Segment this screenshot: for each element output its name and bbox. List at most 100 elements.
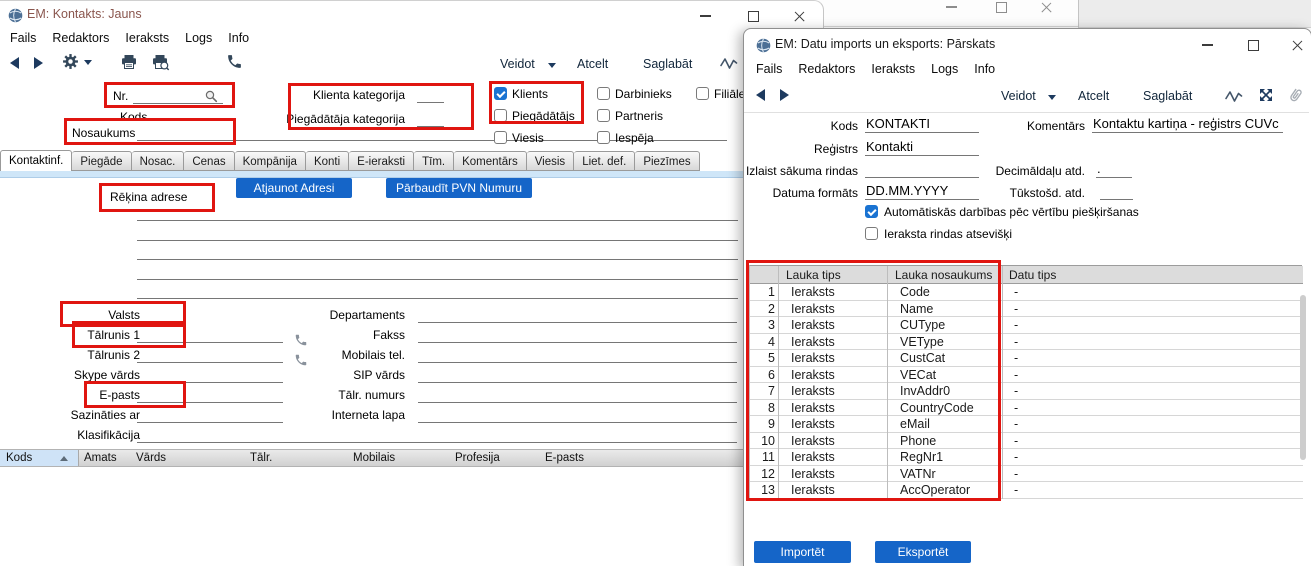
tab-nosac[interactable]: Nosac. [132, 151, 185, 171]
phone-icon[interactable] [226, 53, 243, 70]
activity-icon[interactable] [1225, 89, 1243, 104]
datuma-formats-input[interactable]: DD.MM.YYYY [865, 182, 979, 200]
contact-table-body[interactable] [0, 468, 743, 566]
menu-item-redaktors[interactable]: Redaktors [44, 29, 117, 47]
contact-col-vards[interactable]: Vārds [136, 452, 166, 464]
contact-col-profesija[interactable]: Profesija [455, 452, 500, 464]
tab-kontaktinf[interactable]: Kontaktinf. [0, 150, 72, 171]
forward-icon[interactable] [34, 57, 43, 69]
menu-item-ieraksts[interactable]: Ieraksts [863, 60, 923, 78]
checkbox-darbinieks[interactable] [597, 87, 610, 100]
checkbox-klients[interactable] [494, 87, 507, 100]
contact-col-kods[interactable]: Kods [6, 452, 32, 464]
menu-item-ieraksts[interactable]: Ieraksts [117, 29, 177, 47]
tab-viesis[interactable]: Viesis [527, 151, 574, 171]
tab-cenas[interactable]: Cenas [184, 151, 234, 171]
contact-col-e-pasts[interactable]: E-pasts [545, 452, 584, 464]
gear-icon[interactable] [62, 53, 79, 70]
forward-icon[interactable] [780, 89, 789, 101]
sip-vards-input[interactable] [418, 366, 737, 383]
mobilais-tel-input[interactable] [418, 346, 737, 363]
address-line-input-4[interactable] [137, 266, 738, 280]
tab-konti[interactable]: Konti [306, 151, 349, 171]
table-row[interactable]: 3IerakstsCUType- [750, 317, 1303, 334]
tab-liet-def[interactable]: Liet. def. [574, 151, 635, 171]
maximize-icon[interactable] [738, 5, 768, 27]
maximize-icon[interactable] [1238, 34, 1268, 56]
address-line-input-3[interactable] [137, 246, 738, 260]
table-row[interactable]: 11IerakstsRegNr1- [750, 449, 1303, 466]
close-icon[interactable] [1031, 0, 1061, 18]
menu-item-redaktors[interactable]: Redaktors [790, 60, 863, 78]
importet-button[interactable]: Importēt [754, 541, 851, 563]
checkbox-piegadatajs[interactable] [494, 109, 507, 122]
menu-item-info[interactable]: Info [966, 60, 1003, 78]
table-row[interactable]: 9IerakstseMail- [750, 416, 1303, 433]
klienta-kategorija-input[interactable] [417, 86, 444, 103]
checkbox-automatiskas-darbibas[interactable] [865, 205, 878, 218]
registrs-input[interactable]: Kontakti [865, 138, 979, 156]
activity-icon[interactable] [720, 56, 738, 71]
close-icon[interactable] [784, 5, 814, 27]
tab-piegade[interactable]: Piegāde [72, 151, 131, 171]
checkbox-ieraksta-rindas[interactable] [865, 227, 878, 240]
table-row[interactable]: 8IerakstsCountryCode- [750, 400, 1303, 417]
address-line-input-2[interactable] [137, 227, 738, 241]
checkbox-viesis[interactable] [494, 131, 507, 144]
minimize-icon[interactable] [936, 0, 966, 18]
veidot-button[interactable]: Veidot [1001, 89, 1036, 103]
piegadataja-kategorija-input[interactable] [417, 110, 444, 127]
paperclip-icon[interactable] [1287, 86, 1304, 103]
tab-kompanija[interactable]: Kompānija [235, 151, 306, 171]
address-line-input-1[interactable] [137, 207, 738, 221]
table-row[interactable]: 6IerakstsVECat- [750, 367, 1303, 384]
veidot-caret-icon[interactable] [548, 63, 556, 68]
talr-numurs-input[interactable] [418, 386, 737, 403]
eksportet-button[interactable]: Eksportēt [875, 541, 971, 563]
maximize-icon[interactable] [986, 0, 1016, 18]
saglabat-button[interactable]: Saglabāt [643, 57, 692, 71]
atcelt-button[interactable]: Atcelt [1078, 89, 1109, 103]
tab-e-ieraksti[interactable]: E-ieraksti [349, 151, 414, 171]
atjaunot-adresi-button[interactable]: Atjaunot Adresi [236, 178, 352, 198]
print-icon[interactable] [120, 54, 138, 70]
menu-item-info[interactable]: Info [220, 29, 257, 47]
minimize-icon[interactable] [1192, 34, 1222, 56]
table-row[interactable]: 1IerakstsCode- [750, 284, 1303, 301]
gear-dropdown-icon[interactable] [84, 60, 92, 65]
klasifikacija-input[interactable] [137, 426, 737, 443]
tukstosd-input[interactable] [1100, 182, 1133, 200]
address-line-input-5[interactable] [137, 285, 738, 299]
table-row[interactable]: 10IerakstsPhone- [750, 433, 1303, 450]
interneta-lapa-input[interactable] [418, 406, 737, 423]
izlaist-input[interactable] [865, 160, 979, 178]
menu-item-fails[interactable]: Fails [2, 29, 44, 47]
contact-table-header[interactable]: Kods Amats Vārds Tālr. Mobilais Profesija E-pa… [0, 449, 743, 467]
table-row[interactable]: 4IerakstsVEType- [750, 334, 1303, 351]
veidot-button[interactable]: Veidot [500, 57, 535, 71]
tab-tim[interactable]: Tīm. [414, 151, 454, 171]
kods-input[interactable]: KONTAKTI [865, 115, 979, 133]
contact-col-talr[interactable]: Tālr. [250, 452, 272, 464]
checkbox-iespeja[interactable] [597, 131, 610, 144]
atcelt-button[interactable]: Atcelt [577, 57, 608, 71]
checkbox-filiale[interactable] [696, 87, 709, 100]
contact-col-mobilais[interactable]: Mobilais [353, 452, 395, 464]
menu-item-logs[interactable]: Logs [177, 29, 220, 47]
scrollbar-thumb[interactable] [1300, 295, 1306, 460]
table-row[interactable]: 7IerakstsInvAddr0- [750, 383, 1303, 400]
checkbox-partneris[interactable] [597, 109, 610, 122]
departaments-input[interactable] [418, 306, 737, 323]
expand-icon[interactable] [1258, 87, 1274, 103]
back-icon[interactable] [756, 89, 765, 101]
contact-col-amats[interactable]: Amats [84, 452, 117, 464]
komentars-input[interactable]: Kontaktu kartiņa - reģistrs CUVc [1092, 115, 1283, 133]
table-row[interactable]: 13IerakstsAccOperator- [750, 482, 1303, 499]
close-icon[interactable] [1282, 34, 1311, 56]
minimize-icon[interactable] [690, 5, 720, 27]
veidot-caret-icon[interactable] [1048, 95, 1056, 100]
table-row[interactable]: 12IerakstsVATNr- [750, 466, 1303, 483]
saglabat-button[interactable]: Saglabāt [1143, 89, 1192, 103]
decimal-input[interactable]: . [1096, 160, 1132, 178]
menu-item-logs[interactable]: Logs [923, 60, 966, 78]
